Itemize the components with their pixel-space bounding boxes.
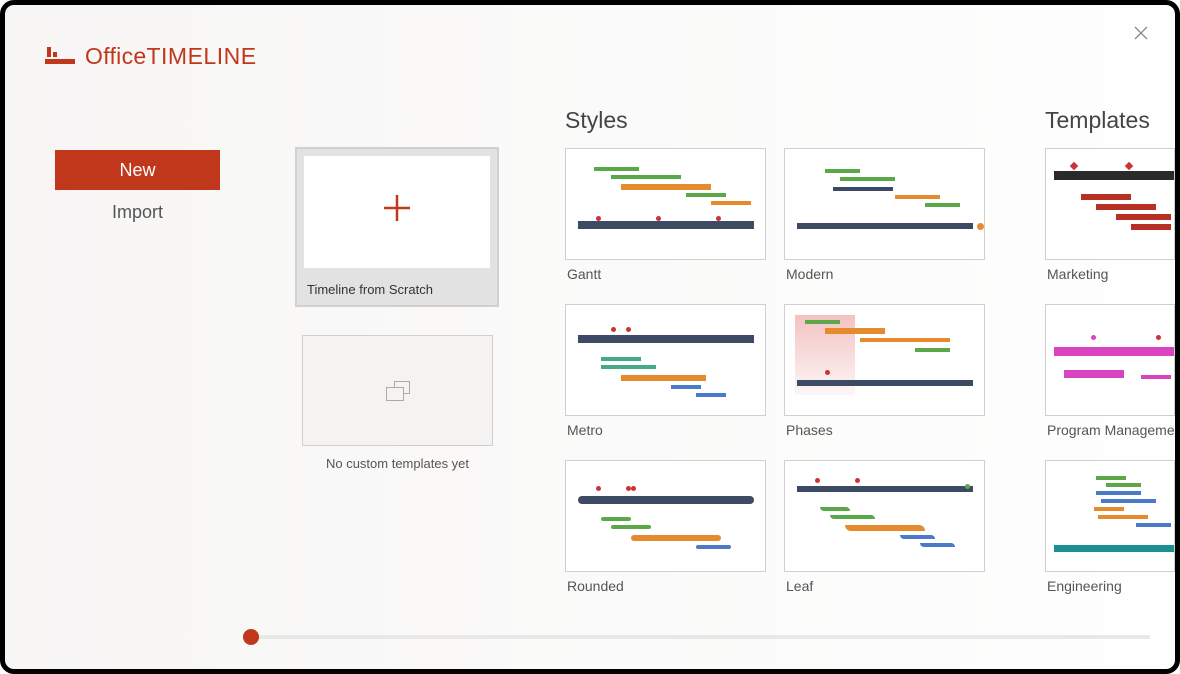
scratch-thumbnail	[304, 156, 490, 268]
horizontal-scrollbar[interactable]	[243, 635, 1150, 639]
style-card-leaf[interactable]: Leaf	[784, 460, 985, 598]
leaf-thumbnail	[784, 460, 985, 572]
marketing-thumbnail	[1045, 148, 1175, 260]
styles-section: Styles Gantt	[565, 105, 995, 598]
style-label: Rounded	[565, 572, 766, 598]
scratch-label: Timeline from Scratch	[297, 275, 497, 305]
template-label: Marketing	[1045, 260, 1175, 286]
template-card-program-management[interactable]: Program Management	[1045, 304, 1175, 442]
close-button[interactable]	[1132, 25, 1150, 43]
template-label: Engineering	[1045, 572, 1175, 598]
plus-icon	[380, 191, 414, 234]
style-card-metro[interactable]: Metro	[565, 304, 766, 442]
style-label: Leaf	[784, 572, 985, 598]
style-label: Modern	[784, 260, 985, 286]
close-icon	[1134, 26, 1148, 40]
styles-title: Styles	[565, 107, 995, 134]
metro-thumbnail	[565, 304, 766, 416]
custom-label: No custom templates yet	[302, 446, 493, 471]
template-label: Program Management	[1045, 416, 1175, 442]
modern-thumbnail	[784, 148, 985, 260]
stack-icon	[386, 381, 410, 401]
phases-thumbnail	[784, 304, 985, 416]
custom-templates-card[interactable]: No custom templates yet	[302, 335, 493, 471]
custom-thumbnail	[302, 335, 493, 446]
engineering-thumbnail	[1045, 460, 1175, 572]
template-card-engineering[interactable]: Engineering	[1045, 460, 1175, 598]
style-card-modern[interactable]: Modern	[784, 148, 985, 286]
gantt-thumbnail	[565, 148, 766, 260]
style-label: Phases	[784, 416, 985, 442]
timeline-from-scratch-card[interactable]: Timeline from Scratch	[295, 147, 499, 307]
style-card-gantt[interactable]: Gantt	[565, 148, 766, 286]
nav-import-button[interactable]: Import	[55, 192, 220, 232]
style-card-phases[interactable]: Phases	[784, 304, 985, 442]
style-label: Metro	[565, 416, 766, 442]
templates-section: Templates Marketing	[1045, 105, 1175, 598]
template-card-marketing[interactable]: Marketing	[1045, 148, 1175, 286]
style-label: Gantt	[565, 260, 766, 286]
styles-grid: Gantt Modern	[565, 148, 995, 598]
logo-text: OfficeTIMELINE	[85, 43, 257, 70]
logo-icon	[45, 45, 75, 69]
main-content: Timeline from Scratch No custom template…	[295, 105, 1175, 609]
app-window: OfficeTIMELINE New Import Timeline from …	[0, 0, 1180, 674]
app-logo: OfficeTIMELINE	[45, 43, 257, 70]
style-card-rounded[interactable]: Rounded	[565, 460, 766, 598]
pm-thumbnail	[1045, 304, 1175, 416]
templates-grid: Marketing Program Management	[1045, 148, 1175, 598]
rounded-thumbnail	[565, 460, 766, 572]
templates-title: Templates	[1045, 107, 1175, 134]
nav-new-button[interactable]: New	[55, 150, 220, 190]
scrollbar-handle[interactable]	[243, 629, 259, 645]
sidebar: New Import	[55, 150, 220, 234]
